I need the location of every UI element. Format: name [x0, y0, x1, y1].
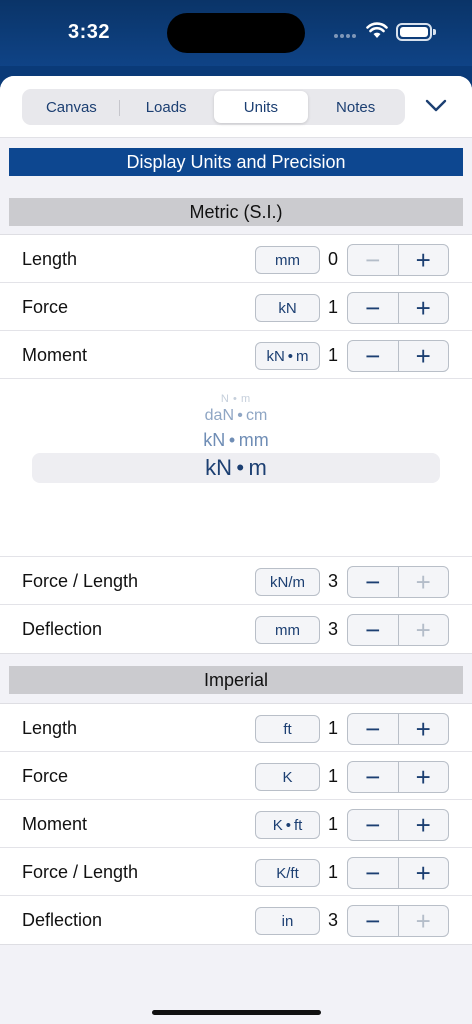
picker-option[interactable]: N • m	[0, 393, 472, 405]
tab-segmented-control: Canvas Loads Units Notes	[22, 89, 405, 125]
dynamic-island	[167, 13, 305, 53]
unit-button[interactable]: kN	[255, 294, 320, 322]
row-label: Length	[22, 249, 78, 269]
metric-row-length: Length mm 0 − +	[0, 235, 472, 283]
imperial-row-deflection: Deflection in 3 − +	[0, 896, 472, 944]
precision-value: 0	[328, 249, 339, 269]
precision-value: 1	[328, 814, 339, 834]
row-label: Force	[22, 297, 69, 317]
page-title: Display Units and Precision	[9, 148, 463, 176]
metric-row-deflection: Deflection mm 3 − +	[0, 605, 472, 653]
minus-icon[interactable]: −	[348, 245, 398, 275]
unit-button[interactable]: kN/m	[255, 568, 320, 596]
precision-value: 1	[328, 345, 339, 365]
status-bar: 3:32	[0, 0, 472, 66]
plus-icon[interactable]: +	[397, 341, 449, 371]
minus-icon[interactable]: −	[348, 810, 398, 840]
plus-icon[interactable]: +	[397, 615, 449, 645]
imperial-row-force-length: Force / Length K/ft 1 − +	[0, 848, 472, 896]
tab-loads[interactable]: Loads	[118, 91, 214, 123]
imperial-section-header: Imperial	[9, 666, 463, 694]
unit-button[interactable]: ft	[255, 715, 320, 743]
metric-units-group: Length mm 0 − + Force kN 1 − + Moment kN…	[0, 234, 472, 654]
metric-section-header: Metric (S.I.)	[9, 198, 463, 226]
plus-icon[interactable]: +	[397, 906, 449, 936]
precision-value: 3	[328, 619, 339, 639]
chevron-down-icon[interactable]	[422, 96, 450, 116]
unit-button[interactable]: K	[255, 763, 320, 791]
minus-icon[interactable]: −	[348, 293, 398, 323]
precision-stepper: − +	[347, 809, 449, 841]
row-label: Deflection	[22, 910, 103, 930]
metric-row-force: Force kN 1 − +	[0, 283, 472, 331]
plus-icon[interactable]: +	[397, 858, 449, 888]
wifi-icon	[366, 22, 388, 38]
plus-icon[interactable]: +	[397, 762, 449, 792]
row-label: Force / Length	[22, 862, 139, 882]
plus-icon[interactable]: +	[397, 245, 449, 275]
minus-icon[interactable]: −	[348, 615, 398, 645]
precision-stepper: − +	[347, 905, 449, 937]
imperial-row-moment: Moment K • ft 1 − +	[0, 800, 472, 848]
tab-notes[interactable]: Notes	[308, 91, 403, 123]
unit-picker-wheel[interactable]: N • m daN • cm kN • mm kN • m	[0, 379, 472, 557]
row-label: Length	[22, 718, 78, 738]
unit-button[interactable]: kN • m	[255, 342, 320, 370]
precision-stepper: − +	[347, 244, 449, 276]
precision-value: 1	[328, 297, 339, 317]
plus-icon[interactable]: +	[397, 810, 449, 840]
row-label: Moment	[22, 345, 88, 365]
minus-icon[interactable]: −	[348, 762, 398, 792]
row-label: Force	[22, 766, 69, 786]
metric-row-moment: Moment kN • m 1 − +	[0, 331, 472, 379]
unit-button[interactable]: mm	[255, 616, 320, 644]
picker-selected-option[interactable]: kN • m	[0, 455, 472, 481]
imperial-row-force: Force K 1 − +	[0, 752, 472, 800]
precision-stepper: − +	[347, 340, 449, 372]
precision-stepper: − +	[347, 857, 449, 889]
tab-canvas[interactable]: Canvas	[24, 91, 119, 123]
precision-stepper: − +	[347, 292, 449, 324]
imperial-units-group: Length ft 1 − + Force K 1 − + Moment K •…	[0, 703, 472, 945]
row-label: Moment	[22, 814, 88, 834]
precision-stepper: − +	[347, 761, 449, 793]
precision-stepper: − +	[347, 566, 449, 598]
precision-value: 1	[328, 862, 339, 882]
status-time: 3:32	[68, 21, 111, 43]
precision-stepper: − +	[347, 713, 449, 745]
units-sheet: Canvas Loads Units Notes Display Units a…	[0, 76, 472, 1024]
cellular-signal-icon	[334, 34, 356, 40]
minus-icon[interactable]: −	[348, 341, 398, 371]
minus-icon[interactable]: −	[348, 906, 398, 936]
home-indicator[interactable]	[152, 1010, 321, 1015]
picker-option[interactable]: kN • mm	[0, 430, 472, 451]
precision-stepper: − +	[347, 614, 449, 646]
unit-button[interactable]: in	[255, 907, 320, 935]
row-label: Force / Length	[22, 571, 139, 591]
precision-value: 3	[328, 571, 339, 591]
plus-icon[interactable]: +	[397, 567, 449, 597]
toolbar: Canvas Loads Units Notes	[0, 76, 472, 138]
tab-units[interactable]: Units	[213, 91, 309, 123]
battery-icon	[396, 23, 436, 41]
unit-button[interactable]: K/ft	[255, 859, 320, 887]
imperial-row-length: Length ft 1 − +	[0, 704, 472, 752]
plus-icon[interactable]: +	[397, 714, 449, 744]
plus-icon[interactable]: +	[397, 293, 449, 323]
picker-option[interactable]: daN • cm	[0, 407, 472, 425]
minus-icon[interactable]: −	[348, 714, 398, 744]
unit-button[interactable]: K • ft	[255, 811, 320, 839]
minus-icon[interactable]: −	[348, 858, 398, 888]
precision-value: 3	[328, 910, 339, 930]
metric-row-force-length: Force / Length kN/m 3 − +	[0, 557, 472, 605]
minus-icon[interactable]: −	[348, 567, 398, 597]
unit-button[interactable]: mm	[255, 246, 320, 274]
precision-value: 1	[328, 718, 339, 738]
row-label: Deflection	[22, 619, 103, 639]
precision-value: 1	[328, 766, 339, 786]
